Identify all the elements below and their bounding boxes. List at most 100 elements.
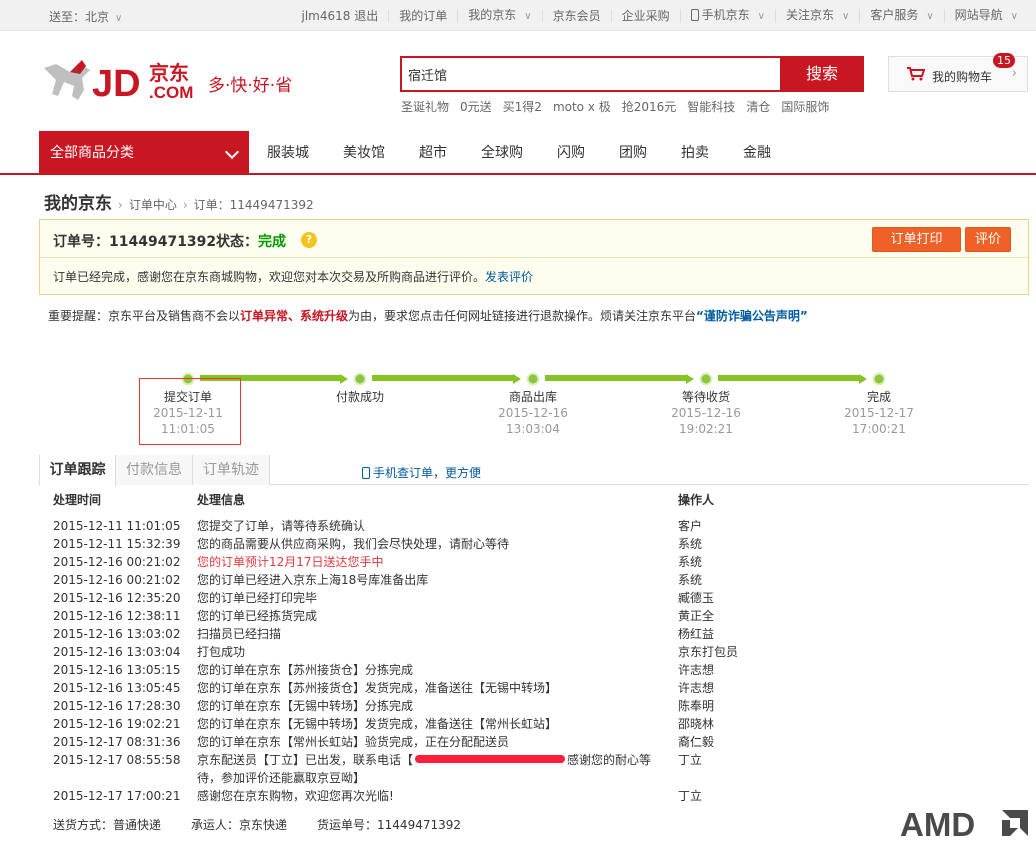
nav-item[interactable]: 超市: [402, 131, 464, 175]
hot-keyword-link[interactable]: 0元送: [460, 98, 492, 115]
location-selector[interactable]: 送至：北京 ∨: [49, 8, 122, 25]
post-review-link[interactable]: 发表评价: [485, 270, 533, 284]
chevron-down-icon: ∨: [115, 13, 123, 24]
row-info-text: 您的订单在京东【无锡中转场】发货完成，准备送往【常州长虹站】: [197, 717, 558, 731]
row-time: 2015-12-16 13:05:45: [53, 681, 181, 695]
top-nav-item[interactable]: 网站导航 ∨: [943, 8, 1028, 23]
chevron-right-icon: ›: [118, 198, 123, 212]
row-info: 感谢您在京东购物，欢迎您再次光临!: [197, 787, 675, 805]
redacted-phone: [415, 755, 566, 763]
print-order-button[interactable]: 订单打印: [872, 227, 961, 252]
all-categories-label: 全部商品分类: [50, 145, 134, 161]
table-row: 2015-12-17 08:55:58 京东配送员【丁立】已出发，联系电话【 感谢您…: [53, 751, 1003, 787]
amd-arrow-icon: [1002, 810, 1028, 836]
row-info: 扫描员已经扫描: [197, 625, 675, 643]
shipping-carrier: 承运人：京东快递: [191, 818, 288, 832]
progress-step: 商品出库 2015-12-16 13:03:04: [478, 388, 588, 437]
hot-keyword-link[interactable]: 圣诞礼物: [401, 98, 449, 115]
hot-keyword-link[interactable]: 抢2016元: [622, 98, 677, 115]
nav-item[interactable]: 拍卖: [664, 131, 726, 175]
breadcrumb-home[interactable]: 我的京东: [44, 189, 112, 214]
mobile-order-link[interactable]: 手机查订单，更方便: [362, 464, 481, 481]
shipping-info: 送货方式：普通快递 承运人：京东快递 货运单号：11449471392: [53, 816, 461, 833]
top-nav-item[interactable]: 京东会员: [541, 8, 611, 23]
row-info: 您的订单在京东【无锡中转场】发货完成，准备送往【常州长虹站】: [197, 715, 675, 733]
nav-item[interactable]: 美妆馆: [326, 131, 402, 175]
row-info-text: 您的订单在京东【苏州接货仓】分拣完成: [197, 663, 414, 677]
hot-keyword-link[interactable]: 国际服饰: [781, 98, 829, 115]
jd-logo[interactable]: JD 京东 .COM 多·快·好·省: [40, 56, 310, 106]
table-row: 2015-12-16 12:35:20 您的订单已经打印完毕 臧德玉: [53, 589, 1003, 607]
search-button[interactable]: 搜索: [780, 56, 864, 92]
tab-payment-info[interactable]: 付款信息: [116, 455, 193, 485]
hot-keyword-link[interactable]: 智能科技: [687, 98, 735, 115]
progress-connector-bar: [545, 375, 686, 381]
nav-item[interactable]: 团购: [602, 131, 664, 175]
chevron-right-icon: ›: [182, 198, 188, 212]
tab-order-trajectory[interactable]: 订单轨迹: [193, 455, 270, 485]
order-header: 订单号：11449471392 状态：完成 ? 订单打印 评价: [40, 220, 1028, 258]
security-notice: 重要提醒：京东平台及销售商不会以订单异常、系统升级为由，要求您点击任何网址链接进…: [48, 307, 808, 324]
all-categories-button[interactable]: 全部商品分类: [39, 131, 249, 175]
table-row: 2015-12-16 00:21:02 您的订单预计12月17日送达您手中 系统: [53, 553, 1003, 571]
row-info: 您的订单在京东【苏州接货仓】分拣完成: [197, 661, 675, 679]
row-operator: 杨红益: [678, 627, 715, 641]
top-nav-item[interactable]: 手机京东 ∨: [679, 8, 775, 23]
amd-watermark-logo: AMD: [900, 806, 1028, 840]
row-operator: 丁立: [678, 753, 703, 767]
logo-jd-cn-text: 京东: [149, 61, 189, 85]
row-info: 您的订单已经拣货完成: [197, 607, 675, 625]
nav-item[interactable]: 全球购: [464, 131, 540, 175]
nav-item[interactable]: 服装城: [250, 131, 326, 175]
shipping-method: 送货方式：普通快递: [53, 818, 162, 832]
phone-icon: [690, 8, 699, 21]
row-operator: 系统: [678, 555, 703, 569]
row-info-text: 您的订单已经进入京东上海18号库准备出库: [197, 573, 429, 587]
row-time: 2015-12-16 12:35:20: [53, 591, 181, 605]
row-info-text: 您的订单预计12月17日送达您手中: [197, 555, 384, 569]
cart-label: 我的购物车: [932, 70, 993, 84]
row-operator: 许志想: [678, 663, 715, 677]
hot-keyword-link[interactable]: 清仓: [746, 98, 770, 115]
status-value: 完成: [258, 234, 286, 250]
progress-connector-bar: [718, 375, 859, 381]
chevron-down-icon: ∨: [524, 10, 532, 22]
top-nav-label: 京东会员: [552, 8, 601, 23]
search-input[interactable]: [400, 56, 782, 92]
review-button[interactable]: 评价: [965, 227, 1011, 252]
progress-step-time: 19:02:21: [679, 422, 733, 436]
jd-dog-mascot-icon: [44, 60, 90, 100]
hot-keyword-link[interactable]: 买1得2: [503, 98, 542, 115]
fraud-notice-link[interactable]: “谨防诈骗公告声明”: [696, 309, 808, 323]
chevron-down-icon: ∨: [757, 10, 765, 22]
progress-step-dot: [699, 372, 713, 386]
nav-item[interactable]: 金融: [726, 131, 788, 175]
cart-button[interactable]: 我的购物车 15 ›: [888, 53, 1028, 92]
current-step-highlight: [139, 378, 241, 445]
top-nav-item[interactable]: 关注京东 ∨: [774, 8, 859, 23]
top-nav-item[interactable]: 我的京东 ∨: [457, 8, 541, 23]
chevron-down-icon: ∨: [841, 10, 850, 22]
row-info: 您的订单预计12月17日送达您手中: [197, 553, 675, 571]
row-info-text: 您的订单在京东【无锡中转场】分拣完成: [197, 699, 414, 713]
chevron-down-icon: ∨: [1010, 10, 1018, 22]
progress-connector-bar: [372, 375, 513, 381]
nav-item[interactable]: 闪购: [540, 131, 602, 175]
top-nav-item[interactable]: jlm4618 退出: [292, 10, 389, 22]
progress-step-date: 2015-12-16: [498, 406, 568, 420]
row-operator: 系统: [678, 573, 703, 587]
row-info-text: 您的订单在京东【常州长虹站】验货完成，正在分配配送员: [197, 735, 510, 749]
order-message: 订单已经完成，感谢您在京东商城购物，欢迎您对本次交易及所购商品进行评价。发表评价: [53, 268, 533, 285]
breadcrumb-order-center[interactable]: 订单中心: [129, 196, 177, 213]
table-row: 2015-12-16 13:03:02 扫描员已经扫描 杨红益: [53, 625, 1003, 643]
top-nav-item[interactable]: 我的订单: [388, 9, 457, 22]
tab-order-tracking[interactable]: 订单跟踪: [39, 455, 116, 486]
row-time: 2015-12-17 08:31:36: [53, 735, 181, 749]
top-nav-item[interactable]: 客户服务 ∨: [859, 8, 943, 23]
top-nav-item[interactable]: 企业采购: [610, 9, 680, 22]
help-icon[interactable]: ?: [301, 232, 317, 248]
order-status: 状态：完成: [216, 231, 286, 251]
cart-icon: [907, 67, 925, 81]
row-operator: 裔仁毅: [678, 735, 715, 749]
hot-keyword-link[interactable]: moto x 极: [553, 98, 611, 115]
